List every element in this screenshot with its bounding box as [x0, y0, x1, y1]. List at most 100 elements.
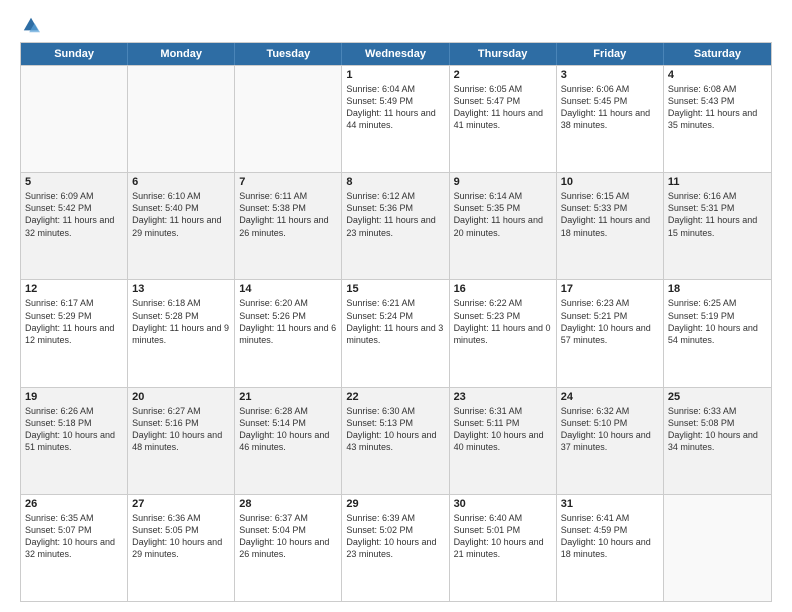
day-info: Sunrise: 6:04 AM Sunset: 5:49 PM Dayligh… [346, 83, 444, 132]
day-info: Sunrise: 6:26 AM Sunset: 5:18 PM Dayligh… [25, 405, 123, 454]
day-info: Sunrise: 6:08 AM Sunset: 5:43 PM Dayligh… [668, 83, 767, 132]
day-info: Sunrise: 6:23 AM Sunset: 5:21 PM Dayligh… [561, 297, 659, 346]
calendar-cell: 9 Sunrise: 6:14 AM Sunset: 5:35 PM Daylig… [450, 173, 557, 279]
day-info: Sunrise: 6:18 AM Sunset: 5:28 PM Dayligh… [132, 297, 230, 346]
day-info: Sunrise: 6:17 AM Sunset: 5:29 PM Dayligh… [25, 297, 123, 346]
header-day-sunday: Sunday [21, 43, 128, 65]
calendar-cell: 4 Sunrise: 6:08 AM Sunset: 5:43 PM Daylig… [664, 66, 771, 172]
day-number: 29 [346, 498, 444, 510]
calendar-cell: 8 Sunrise: 6:12 AM Sunset: 5:36 PM Daylig… [342, 173, 449, 279]
day-number: 12 [25, 283, 123, 295]
day-number: 27 [132, 498, 230, 510]
day-info: Sunrise: 6:37 AM Sunset: 5:04 PM Dayligh… [239, 512, 337, 561]
day-number: 31 [561, 498, 659, 510]
calendar-header-row: SundayMondayTuesdayWednesdayThursdayFrid… [21, 43, 771, 65]
calendar-cell: 13 Sunrise: 6:18 AM Sunset: 5:28 PM Dayli… [128, 280, 235, 386]
calendar-cell: 10 Sunrise: 6:15 AM Sunset: 5:33 PM Dayli… [557, 173, 664, 279]
logo-icon [22, 16, 40, 34]
calendar-cell: 19 Sunrise: 6:26 AM Sunset: 5:18 PM Dayli… [21, 388, 128, 494]
day-info: Sunrise: 6:22 AM Sunset: 5:23 PM Dayligh… [454, 297, 552, 346]
calendar-cell: 14 Sunrise: 6:20 AM Sunset: 5:26 PM Dayli… [235, 280, 342, 386]
day-info: Sunrise: 6:27 AM Sunset: 5:16 PM Dayligh… [132, 405, 230, 454]
day-number: 1 [346, 69, 444, 81]
page: SundayMondayTuesdayWednesdayThursdayFrid… [0, 0, 792, 612]
day-info: Sunrise: 6:35 AM Sunset: 5:07 PM Dayligh… [25, 512, 123, 561]
header-day-thursday: Thursday [450, 43, 557, 65]
calendar-cell: 21Sunrise: 6:28 AM Sunset: 5:14 PM Dayli… [235, 388, 342, 494]
calendar-cell: 17 Sunrise: 6:23 AM Sunset: 5:21 PM Dayli… [557, 280, 664, 386]
day-info: Sunrise: 6:06 AM Sunset: 5:45 PM Dayligh… [561, 83, 659, 132]
day-number: 13 [132, 283, 230, 295]
calendar-cell: 26Sunrise: 6:35 AM Sunset: 5:07 PM Dayli… [21, 495, 128, 601]
day-info: Sunrise: 6:40 AM Sunset: 5:01 PM Dayligh… [454, 512, 552, 561]
day-number: 17 [561, 283, 659, 295]
day-info: Sunrise: 6:33 AM Sunset: 5:08 PM Dayligh… [668, 405, 767, 454]
day-info: Sunrise: 6:21 AM Sunset: 5:24 PM Dayligh… [346, 297, 444, 346]
header-day-tuesday: Tuesday [235, 43, 342, 65]
calendar-cell: 18 Sunrise: 6:25 AM Sunset: 5:19 PM Dayli… [664, 280, 771, 386]
day-number: 6 [132, 176, 230, 188]
day-info: Sunrise: 6:32 AM Sunset: 5:10 PM Dayligh… [561, 405, 659, 454]
day-info: Sunrise: 6:25 AM Sunset: 5:19 PM Dayligh… [668, 297, 767, 346]
calendar-cell: 11Sunrise: 6:16 AM Sunset: 5:31 PM Dayli… [664, 173, 771, 279]
day-number: 9 [454, 176, 552, 188]
calendar-cell: 2 Sunrise: 6:05 AM Sunset: 5:47 PM Daylig… [450, 66, 557, 172]
calendar-cell: 31Sunrise: 6:41 AM Sunset: 4:59 PM Dayli… [557, 495, 664, 601]
calendar-cell [235, 66, 342, 172]
day-info: Sunrise: 6:30 AM Sunset: 5:13 PM Dayligh… [346, 405, 444, 454]
calendar-cell: 20Sunrise: 6:27 AM Sunset: 5:16 PM Dayli… [128, 388, 235, 494]
day-number: 21 [239, 391, 337, 403]
day-number: 24 [561, 391, 659, 403]
day-info: Sunrise: 6:36 AM Sunset: 5:05 PM Dayligh… [132, 512, 230, 561]
logo [20, 16, 40, 34]
day-number: 8 [346, 176, 444, 188]
calendar-cell: 30 Sunrise: 6:40 AM Sunset: 5:01 PM Dayli… [450, 495, 557, 601]
day-number: 19 [25, 391, 123, 403]
calendar-cell: 29Sunrise: 6:39 AM Sunset: 5:02 PM Dayli… [342, 495, 449, 601]
calendar-cell: 27 Sunrise: 6:36 AM Sunset: 5:05 PM Dayli… [128, 495, 235, 601]
calendar-cell: 24 Sunrise: 6:32 AM Sunset: 5:10 PM Dayli… [557, 388, 664, 494]
day-info: Sunrise: 6:05 AM Sunset: 5:47 PM Dayligh… [454, 83, 552, 132]
logo-text [20, 16, 40, 34]
calendar-cell: 3 Sunrise: 6:06 AM Sunset: 5:45 PM Daylig… [557, 66, 664, 172]
day-info: Sunrise: 6:11 AM Sunset: 5:38 PM Dayligh… [239, 190, 337, 239]
day-number: 4 [668, 69, 767, 81]
calendar-cell: 28Sunrise: 6:37 AM Sunset: 5:04 PM Dayli… [235, 495, 342, 601]
calendar-week-1: 1 Sunrise: 6:04 AM Sunset: 5:49 PM Daylig… [21, 65, 771, 172]
calendar-week-3: 12 Sunrise: 6:17 AM Sunset: 5:29 PM Dayli… [21, 279, 771, 386]
calendar-cell: 7 Sunrise: 6:11 AM Sunset: 5:38 PM Daylig… [235, 173, 342, 279]
day-info: Sunrise: 6:12 AM Sunset: 5:36 PM Dayligh… [346, 190, 444, 239]
day-info: Sunrise: 6:15 AM Sunset: 5:33 PM Dayligh… [561, 190, 659, 239]
day-number: 5 [25, 176, 123, 188]
calendar-cell: 12 Sunrise: 6:17 AM Sunset: 5:29 PM Dayli… [21, 280, 128, 386]
day-number: 2 [454, 69, 552, 81]
day-number: 14 [239, 283, 337, 295]
calendar-week-2: 5Sunrise: 6:09 AM Sunset: 5:42 PM Daylig… [21, 172, 771, 279]
calendar-cell: 22 Sunrise: 6:30 AM Sunset: 5:13 PM Dayli… [342, 388, 449, 494]
calendar-cell: 6 Sunrise: 6:10 AM Sunset: 5:40 PM Daylig… [128, 173, 235, 279]
calendar-cell: 16Sunrise: 6:22 AM Sunset: 5:23 PM Dayli… [450, 280, 557, 386]
calendar-week-5: 26Sunrise: 6:35 AM Sunset: 5:07 PM Dayli… [21, 494, 771, 601]
day-number: 3 [561, 69, 659, 81]
day-info: Sunrise: 6:16 AM Sunset: 5:31 PM Dayligh… [668, 190, 767, 239]
day-number: 25 [668, 391, 767, 403]
day-number: 23 [454, 391, 552, 403]
header-day-saturday: Saturday [664, 43, 771, 65]
day-number: 7 [239, 176, 337, 188]
day-info: Sunrise: 6:31 AM Sunset: 5:11 PM Dayligh… [454, 405, 552, 454]
day-info: Sunrise: 6:10 AM Sunset: 5:40 PM Dayligh… [132, 190, 230, 239]
header-day-wednesday: Wednesday [342, 43, 449, 65]
day-info: Sunrise: 6:20 AM Sunset: 5:26 PM Dayligh… [239, 297, 337, 346]
day-number: 10 [561, 176, 659, 188]
day-number: 18 [668, 283, 767, 295]
calendar-cell: 25 Sunrise: 6:33 AM Sunset: 5:08 PM Dayli… [664, 388, 771, 494]
day-info: Sunrise: 6:14 AM Sunset: 5:35 PM Dayligh… [454, 190, 552, 239]
calendar-cell [21, 66, 128, 172]
calendar-week-4: 19 Sunrise: 6:26 AM Sunset: 5:18 PM Dayli… [21, 387, 771, 494]
day-number: 30 [454, 498, 552, 510]
day-number: 22 [346, 391, 444, 403]
calendar-cell: 23 Sunrise: 6:31 AM Sunset: 5:11 PM Dayli… [450, 388, 557, 494]
calendar-cell: 15Sunrise: 6:21 AM Sunset: 5:24 PM Dayli… [342, 280, 449, 386]
calendar-cell [664, 495, 771, 601]
calendar-cell [128, 66, 235, 172]
